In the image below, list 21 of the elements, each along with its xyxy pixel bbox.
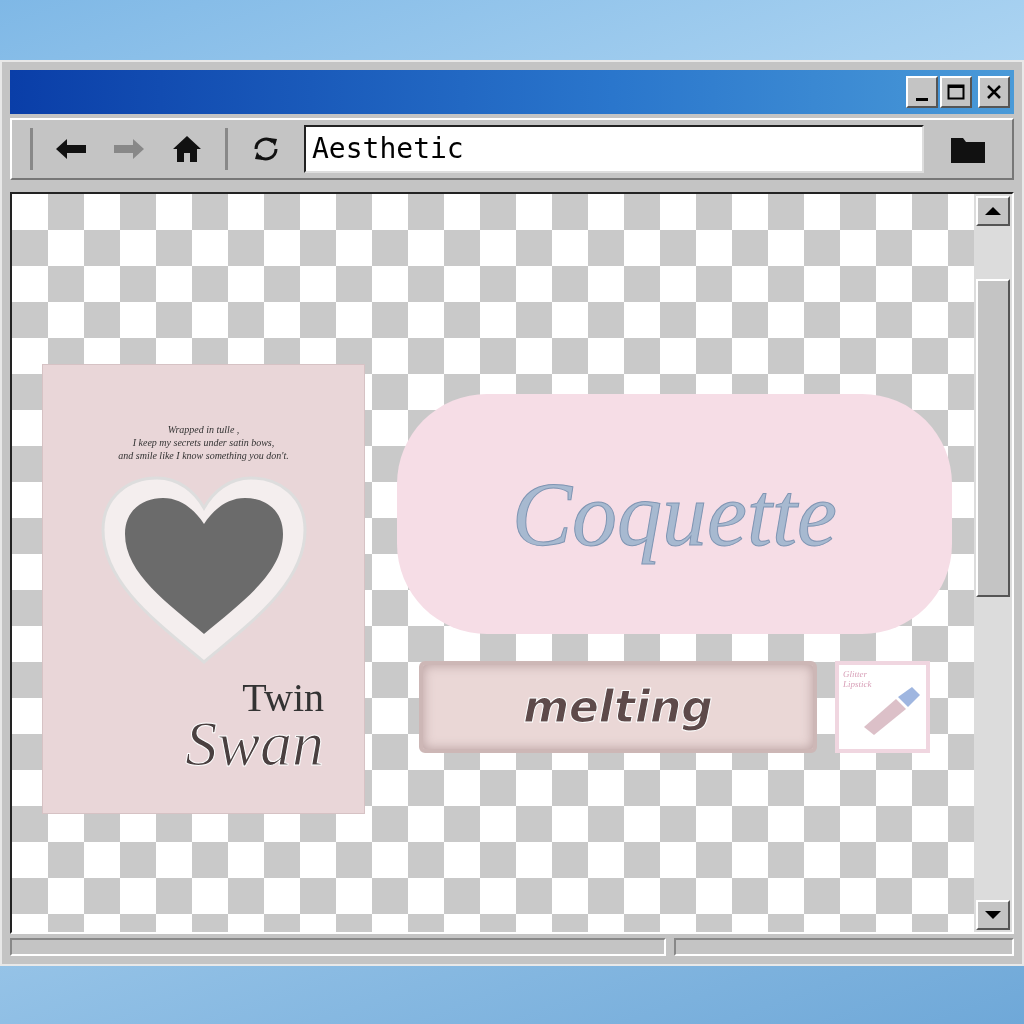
maximize-icon (947, 84, 965, 100)
close-button[interactable] (978, 76, 1010, 108)
melting-text: melting (523, 680, 713, 734)
scroll-down-button[interactable] (976, 900, 1010, 930)
forward-arrow-icon (112, 137, 146, 161)
address-text: Aesthetic (312, 131, 464, 167)
address-field[interactable]: Aesthetic (304, 125, 924, 173)
minimize-icon (916, 97, 928, 101)
scroll-up-button[interactable] (976, 196, 1010, 226)
scroll-thumb[interactable] (976, 279, 1010, 597)
back-arrow-icon (54, 137, 88, 161)
scrollbar[interactable] (974, 194, 1012, 932)
poster-quote: Wrapped in tulle , I keep my secrets under satin bows, and smile like I know something you don't. (118, 423, 289, 462)
maximize-button[interactable] (940, 76, 972, 108)
lipstick-label: Glitter Lipstick (843, 669, 873, 689)
close-icon (986, 84, 1002, 100)
up-arrow-icon (984, 206, 1002, 216)
coquette-text: Coquette (512, 463, 837, 566)
home-icon (171, 134, 203, 164)
down-arrow-icon (984, 910, 1002, 920)
minimize-button[interactable] (906, 76, 938, 108)
